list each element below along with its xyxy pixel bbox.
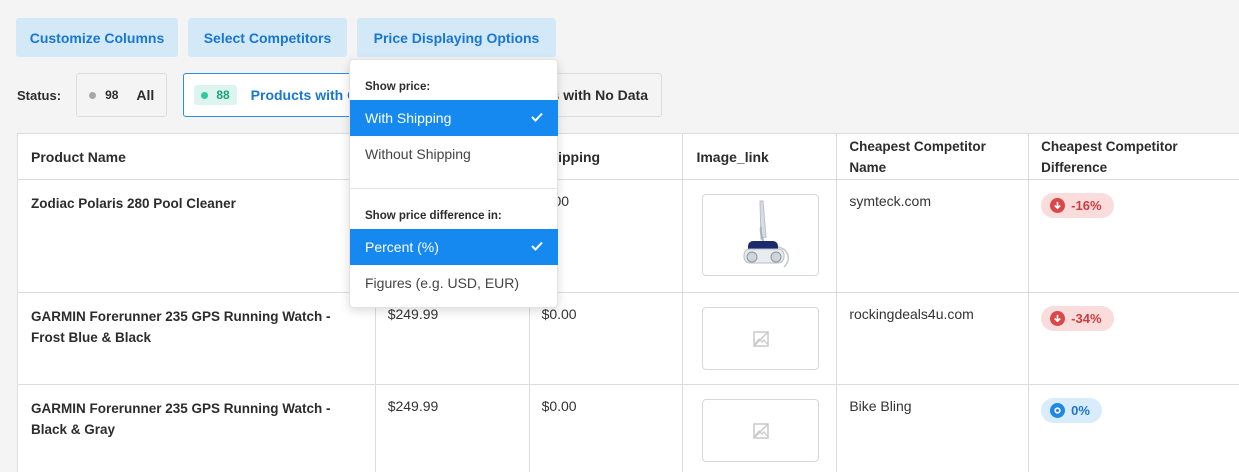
- shipping-value: .00: [549, 193, 570, 209]
- column-header-cheapest-competitor-difference[interactable]: Cheapest Competitor Difference: [1029, 134, 1239, 179]
- shipping-value: $0.00: [541, 398, 577, 414]
- product-name: GARMIN Forerunner 235 GPS Running Watch …: [31, 309, 331, 345]
- option-with-shipping[interactable]: With Shipping: [350, 100, 558, 136]
- broken-image-icon: [753, 330, 769, 347]
- status-filter-all[interactable]: 98 All: [76, 73, 168, 117]
- product-image-placeholder[interactable]: [702, 399, 820, 462]
- product-name: GARMIN Forerunner 235 GPS Running Watch …: [31, 401, 331, 437]
- status-filter-label: s with No Data: [551, 87, 648, 103]
- option-without-shipping[interactable]: Without Shipping: [350, 136, 558, 172]
- show-price-heading: Show price:: [365, 81, 431, 93]
- option-figures[interactable]: Figures (e.g. USD, EUR): [350, 265, 558, 301]
- neutral-circle-icon: [1050, 403, 1066, 418]
- option-percent[interactable]: Percent (%): [350, 229, 558, 265]
- price-difference-value: -16%: [1071, 198, 1102, 213]
- dropdown-divider: [350, 188, 557, 189]
- table-row[interactable]: GARMIN Forerunner 235 GPS Running Watch …: [18, 293, 1239, 385]
- column-header-cheapest-competitor-name[interactable]: Cheapest Competitor Name: [837, 134, 1030, 179]
- column-header-product-name[interactable]: Product Name: [18, 134, 376, 179]
- price-difference-badge: -34%: [1041, 306, 1114, 331]
- table-row[interactable]: Zodiac Polaris 280 Pool Cleaner .00 symt…: [18, 180, 1239, 293]
- status-count: 98: [105, 88, 119, 102]
- column-header-image-link[interactable]: Image_link: [683, 134, 838, 179]
- competitor-name[interactable]: rockingdeals4u.com: [849, 303, 1016, 322]
- price-value: $249.99: [387, 398, 439, 414]
- show-price-difference-heading: Show price difference in:: [365, 210, 502, 222]
- price-displaying-options-dropdown: Show price: With Shipping Without Shippi…: [349, 59, 558, 308]
- status-badge: 88: [194, 85, 237, 105]
- option-label: Figures (e.g. USD, EUR): [365, 275, 520, 291]
- toolbar: Customize Columns Select Competitors Pri…: [16, 18, 556, 57]
- table-header-row: Product Name hipping Image_link Cheapest…: [18, 134, 1239, 180]
- competitor-name[interactable]: symteck.com: [849, 190, 1016, 209]
- product-image-placeholder[interactable]: [702, 307, 820, 370]
- shipping-value: $0.00: [541, 306, 577, 322]
- products-table: Product Name hipping Image_link Cheapest…: [17, 133, 1239, 472]
- check-icon: [531, 241, 543, 251]
- status-dot-icon: [89, 91, 97, 99]
- price-displaying-options-button[interactable]: Price Displaying Options: [357, 18, 556, 57]
- status-filter-label: All: [136, 87, 155, 103]
- status-filter-products-with-competitors[interactable]: 88 Products with Co: [183, 73, 360, 117]
- competitor-name[interactable]: Bike Bling: [849, 395, 1016, 414]
- status-filter-label: Products with Co: [250, 87, 360, 103]
- select-competitors-button[interactable]: Select Competitors: [188, 18, 347, 57]
- status-label: Status:: [17, 87, 62, 103]
- option-label: Without Shipping: [365, 146, 471, 162]
- price-difference-badge: 0%: [1041, 398, 1102, 423]
- product-name: Zodiac Polaris 280 Pool Cleaner: [31, 196, 236, 211]
- option-label: Percent (%): [365, 239, 439, 255]
- product-image[interactable]: [702, 194, 820, 276]
- broken-image-icon: [753, 422, 769, 439]
- table-row[interactable]: GARMIN Forerunner 235 GPS Running Watch …: [18, 385, 1239, 472]
- customize-columns-button[interactable]: Customize Columns: [16, 18, 178, 57]
- option-label: With Shipping: [365, 110, 452, 126]
- check-icon: [531, 112, 543, 122]
- arrow-down-icon: [1050, 198, 1066, 213]
- status-count: 88: [216, 88, 230, 102]
- arrow-down-icon: [1050, 311, 1066, 326]
- status-filter-bar: Status: 98 All 88 Products with Co s wit…: [17, 73, 662, 117]
- price-difference-value: -34%: [1071, 311, 1102, 326]
- status-dot-icon: [201, 91, 209, 99]
- pool-cleaner-image: [743, 200, 789, 268]
- price-difference-value: 0%: [1071, 403, 1090, 418]
- price-difference-badge: -16%: [1041, 193, 1114, 218]
